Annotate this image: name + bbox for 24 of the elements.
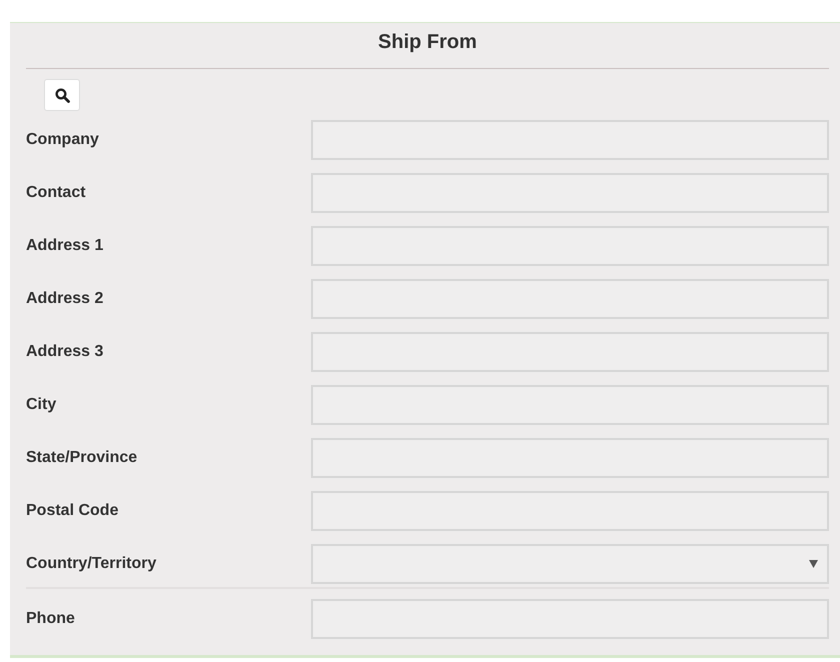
field-label: Address 3	[26, 343, 104, 361]
country-dropdown[interactable]	[311, 544, 829, 584]
field-label: Address 2	[26, 290, 104, 308]
field-label: Country/Territory	[26, 555, 158, 573]
text-input-field[interactable]	[311, 385, 829, 425]
text-input-field[interactable]	[311, 120, 829, 160]
search-button[interactable]	[44, 79, 80, 111]
text-input-field[interactable]	[311, 226, 829, 266]
text-input-field[interactable]	[311, 173, 829, 213]
field-label: City	[26, 396, 58, 414]
text-input-field[interactable]	[311, 491, 829, 531]
search-icon	[54, 88, 70, 102]
field-label: Address 1	[26, 237, 104, 255]
field-label: Contact	[26, 184, 87, 202]
dropdown-caret-icon	[809, 560, 818, 568]
text-input-field[interactable]	[311, 599, 829, 639]
field-label: Company	[26, 131, 100, 149]
text-input-field[interactable]	[311, 332, 829, 372]
field-label: Phone	[26, 610, 76, 628]
field-label: State/Province	[26, 449, 138, 467]
field-label: Postal Code	[26, 502, 120, 520]
panel-title: Ship From	[377, 30, 478, 55]
text-input-field[interactable]	[311, 279, 829, 319]
text-input-field[interactable]	[311, 438, 829, 478]
